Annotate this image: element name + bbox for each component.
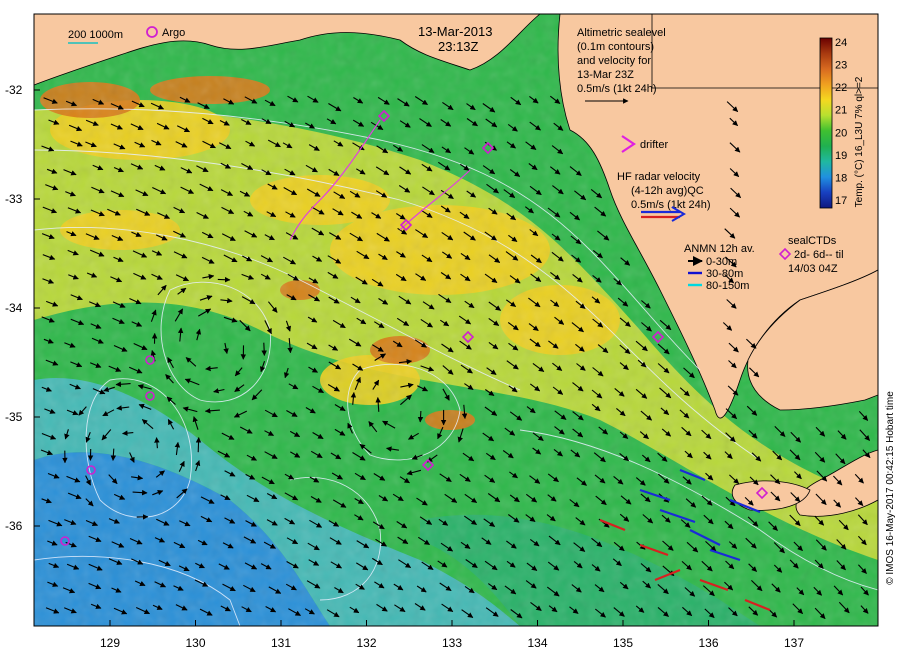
velocity-arrow	[195, 437, 202, 453]
hf-radar-line-3: 0.5m/s (1kt 24h)	[631, 199, 710, 211]
sealctd-line-3: 14/03 04Z	[788, 263, 838, 275]
colorbar-tick-17: 17	[835, 195, 847, 207]
hf-radar-line-1: HF radar velocity	[617, 171, 701, 183]
velocity-arrow	[217, 276, 231, 283]
anmn-item-2: 30-80m	[706, 268, 743, 280]
y-tick-label--34: -34	[5, 301, 23, 315]
hf-radar-line-2: (4-12h avg)QC	[631, 185, 704, 197]
plot-area	[34, 14, 878, 626]
altimetry-line-3: and velocity for	[577, 55, 651, 67]
velocity-arrow	[417, 410, 424, 423]
map-time: 23:13Z	[438, 39, 479, 54]
x-tick-label-134: 134	[527, 636, 547, 650]
x-tick-label-137: 137	[784, 636, 804, 650]
x-tick-label-136: 136	[698, 636, 718, 650]
colorbar-tick-20: 20	[835, 127, 847, 139]
altimetry-line-1: Altimetric sealevel	[577, 27, 666, 39]
x-tick-label-130: 130	[185, 636, 205, 650]
credit: © IMOS 16-May-2017 00:42:15 Hobart time	[885, 391, 896, 585]
map-date: 13-Mar-2013	[418, 24, 492, 39]
x-tick-label-132: 132	[356, 636, 376, 650]
y-tick-label--32: -32	[5, 83, 23, 97]
colorbar-tick-22: 22	[835, 82, 847, 94]
x-tick-label-135: 135	[613, 636, 633, 650]
x-tick-label-129: 129	[100, 636, 120, 650]
sst-map: 200 1000m Argo 13-Mar-2013 23:13Z Altime…	[5, 13, 896, 650]
y-tick-label--36: -36	[5, 519, 23, 533]
y-tick-label--33: -33	[5, 192, 23, 206]
velocity-arrow	[261, 342, 267, 356]
x-tick-label-133: 133	[442, 636, 462, 650]
colorbar-label: Temp. (°C) 16_L3U 7% ql>=2	[854, 76, 865, 207]
sealctd-title: sealCTDs	[788, 235, 837, 247]
colorbar-tick-18: 18	[835, 172, 847, 184]
altimetry-line-5: 0.5m/s (1kt 24h)	[577, 83, 656, 95]
sealctd-line-2: 2d- 6d-- til	[794, 249, 844, 261]
sealctd-legend: sealCTDs 2d- 6d-- til 14/03 04Z	[778, 235, 844, 275]
anmn-item-3: 80-150m	[706, 280, 749, 292]
y-tick-label--35: -35	[5, 410, 23, 424]
x-tick-label-131: 131	[271, 636, 291, 650]
drifter-legend-label: drifter	[640, 139, 668, 151]
colorbar-tick-23: 23	[835, 60, 847, 72]
scale-bar-label: 200 1000m	[68, 29, 123, 41]
anmn-item-1: 0-30m	[706, 256, 737, 268]
scale-bar: 200 1000m	[68, 29, 123, 44]
anmn-title: ANMN 12h av.	[684, 243, 755, 255]
altimetry-line-2: (0.1m contours)	[577, 41, 654, 53]
colorbar-tick-24: 24	[835, 37, 847, 49]
colorbar-tick-19: 19	[835, 150, 847, 162]
colorbar-tick-21: 21	[835, 105, 847, 117]
argo-legend-label: Argo	[162, 27, 185, 39]
altimetry-line-4: 13-Mar 23Z	[577, 69, 634, 81]
